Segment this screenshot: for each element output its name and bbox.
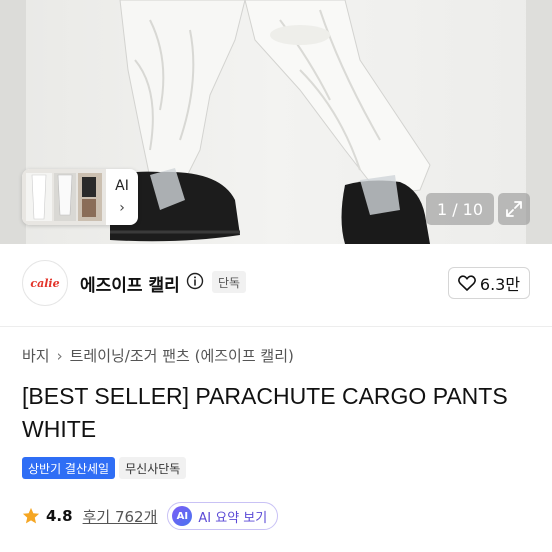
product-title: [BEST SELLER] PARACHUTE CARGO PANTS WHIT… <box>22 383 508 442</box>
thumbnail-images <box>22 169 106 225</box>
section-divider <box>0 326 552 327</box>
brand-row: calie 에즈이프 캘리 단독 6.3만 <box>0 258 552 306</box>
star-icon <box>22 507 40 524</box>
heart-outline-icon <box>457 275 476 291</box>
ai-fitting-thumbnail[interactable]: AI › <box>22 169 138 225</box>
breadcrumb: 바지 › 트레이닝/조거 팬츠 (에즈이프 캘리) <box>22 345 294 366</box>
review-count-link[interactable]: 후기 762개 <box>83 506 158 527</box>
ai-summary-button[interactable]: AI AI 요약 보기 <box>167 502 279 530</box>
exclusive-badge: 무신사단독 <box>119 457 187 479</box>
breadcrumb-chevron-icon: › <box>56 346 63 365</box>
exclusive-tag: 단독 <box>212 271 247 293</box>
rating-row: 4.8 후기 762개 AI AI 요약 보기 <box>22 501 279 531</box>
brand-logo[interactable]: calie <box>22 260 68 306</box>
breadcrumb-category[interactable]: 바지 <box>22 345 50 366</box>
brand-logo-text: calie <box>30 276 60 290</box>
info-icon[interactable] <box>186 272 204 290</box>
chevron-right-icon: › <box>119 200 125 216</box>
ai-label: AI <box>115 178 129 194</box>
product-image-gallery[interactable]: AI › 1 / 10 <box>0 0 552 244</box>
brand-name[interactable]: 에즈이프 캘리 <box>80 271 180 296</box>
product-badges: 상반기 결산세일 무신사단독 <box>22 457 187 479</box>
thumbnail-ai-label: AI › <box>106 178 138 216</box>
image-counter: 1 / 10 <box>426 193 494 225</box>
breadcrumb-subcategory[interactable]: 트레이닝/조거 팬츠 (에즈이프 캘리) <box>70 345 294 366</box>
ai-summary-label: AI 요약 보기 <box>198 510 268 526</box>
like-count: 6.3만 <box>479 275 521 294</box>
expand-icon <box>506 201 522 217</box>
sale-badge: 상반기 결산세일 <box>22 457 116 479</box>
ai-badge-icon: AI <box>172 506 193 526</box>
rating-value: 4.8 <box>46 507 73 525</box>
like-button[interactable]: 6.3만 <box>448 267 530 299</box>
expand-image-button[interactable] <box>498 193 530 225</box>
